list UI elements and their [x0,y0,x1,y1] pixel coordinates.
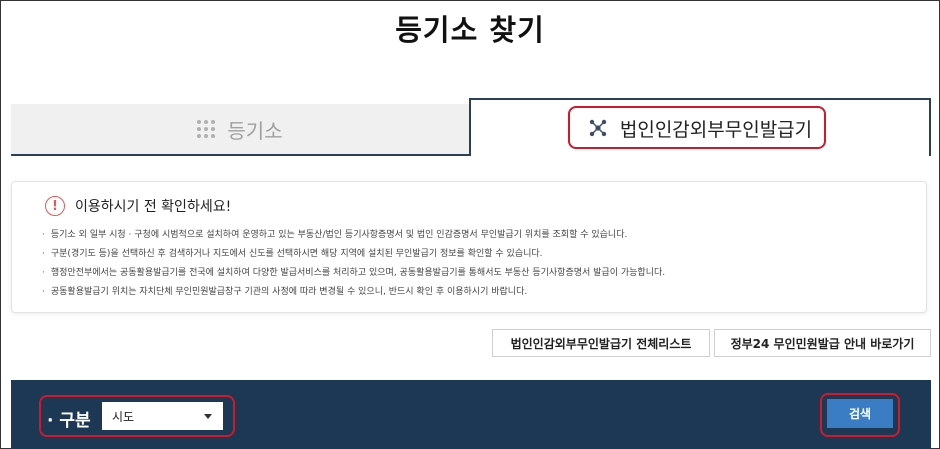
notice-heading-text: 이용하시기 전 확인하세요! [75,199,232,215]
notice-box: ! 이용하시기 전 확인하세요! 등기소 외 일부 시청 · 구청에 시범적으로… [11,181,927,313]
notice-item: 공동활용발급기 위치는 자치단체 무인민원발급창구 기관의 사정에 따라 변경될… [42,283,665,302]
notice-list: 등기소 외 일부 시청 · 구청에 시범적으로 설치하여 운영하고 있는 부동산… [42,226,665,302]
full-list-button[interactable]: 법인인감외부무인발급기 전체리스트 [492,329,710,357]
page-title: 등기소 찾기 [395,13,545,47]
exclamation-circle-icon: ! [45,196,65,216]
highlight-box-search [820,393,900,437]
notice-heading: ! 이용하시기 전 확인하세요! [45,196,231,216]
gov24-guide-button[interactable]: 정부24 무인민원발급 안내 바로가기 [714,329,931,357]
highlight-box-filter [39,395,235,437]
grid-dots-icon [197,120,216,138]
notice-item: 행정안전부에서는 공동활용발급기를 전국에 설치하여 다양한 발급서비스를 처리… [42,264,665,283]
tab-label: 등기소 [227,118,283,143]
tab-registry-office[interactable]: 등기소 [11,104,469,156]
highlight-box-tab [568,106,826,149]
notice-item: 구분(경기도 등)을 선택하신 후 검색하거나 지도에서 신도를 선택하시면 해… [42,245,665,264]
notice-item: 등기소 외 일부 시청 · 구청에 시범적으로 설치하여 운영하고 있는 부동산… [42,226,665,245]
